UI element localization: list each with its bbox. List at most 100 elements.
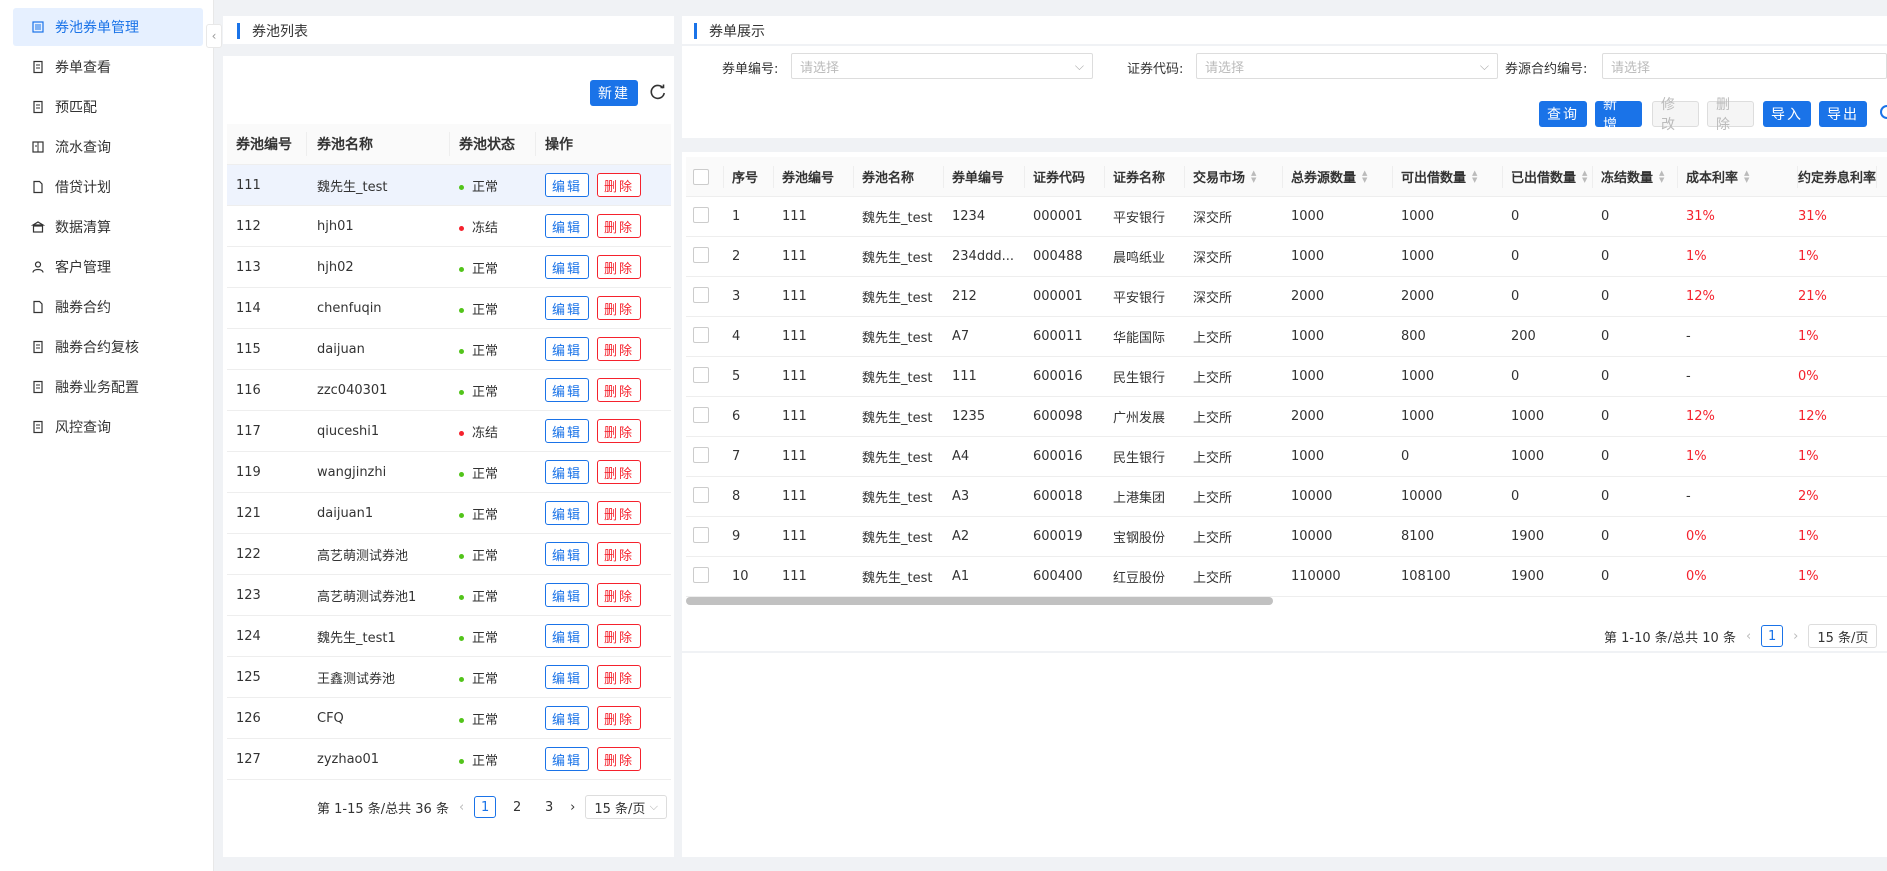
edit-pool-button[interactable]: 编辑: [545, 173, 590, 197]
delete-pool-button[interactable]: 删除: [597, 255, 642, 279]
table-row[interactable]: 1 111 魏先生_test 1234 000001 平安银行 深交所 1000 1000 0 0 3…: [686, 197, 1887, 237]
sidebar-item[interactable]: 借贷计划: [13, 168, 203, 206]
table-row[interactable]: 6 111 魏先生_test 1235 600098 广州发展 上交所 2000 1000 100…: [686, 397, 1887, 437]
query-button[interactable]: 查询: [1539, 101, 1587, 127]
table-row[interactable]: 3 111 魏先生_test 212 000001 平安银行 深交所 2000 2000 0 0 12…: [686, 277, 1887, 317]
table-row[interactable]: 8 111 魏先生_test A3 600018 上港集团 上交所 10000 10000 0 0 -…: [686, 477, 1887, 517]
row-checkbox[interactable]: [693, 246, 709, 263]
table-row[interactable]: 9 111 魏先生_test A2 600019 宝钢股份 上交所 10000 8100 1900…: [686, 517, 1887, 557]
import-button[interactable]: 导入: [1763, 101, 1811, 127]
sort-icon[interactable]: ▲ ▼: [1659, 169, 1664, 184]
edit-pool-button[interactable]: 编辑: [545, 542, 590, 566]
delete-pool-button[interactable]: 删除: [597, 337, 642, 361]
security-code-select[interactable]: 请选择 ⌵: [1196, 53, 1498, 79]
edit-pool-button[interactable]: 编辑: [545, 378, 590, 402]
sidebar-item[interactable]: 预匹配: [13, 88, 203, 126]
column-header[interactable]: 总券源数量 ▲ ▼: [1283, 165, 1393, 188]
table-row[interactable]: 112 hjh01 冻结 编辑 删除: [227, 206, 671, 247]
next-page-icon[interactable]: ›: [1793, 629, 1798, 644]
collapse-sidebar-button[interactable]: ‹: [206, 24, 222, 48]
page-1[interactable]: 1: [474, 796, 497, 818]
export-button[interactable]: 导出: [1819, 101, 1867, 127]
edit-pool-button[interactable]: 编辑: [545, 214, 590, 238]
column-header[interactable]: 交易市场 ▲ ▼: [1185, 165, 1283, 188]
delete-pool-button[interactable]: 删除: [597, 583, 642, 607]
sidebar-item[interactable]: 券单查看: [13, 48, 203, 86]
next-page-icon[interactable]: ›: [570, 800, 575, 815]
table-row[interactable]: 126 CFQ 正常 编辑 删除: [227, 698, 671, 739]
sort-icon[interactable]: ▲ ▼: [1744, 169, 1749, 184]
table-row[interactable]: 127 zyzhao01 正常 编辑 删除: [227, 739, 671, 780]
delete-pool-button[interactable]: 删除: [597, 542, 642, 566]
delete-button[interactable]: 删除: [1707, 97, 1754, 133]
sidebar-item[interactable]: 数据清算: [13, 208, 203, 246]
column-header[interactable]: 已出借数量 ▲ ▼: [1503, 165, 1593, 188]
table-row[interactable]: 2 111 魏先生_test 234ddd... 000488 晨鸣纸业 深交所 1000 10…: [686, 237, 1887, 277]
order-no-select[interactable]: 请选择 ⌵: [791, 53, 1093, 79]
row-checkbox[interactable]: [693, 366, 709, 383]
sidebar-item[interactable]: 客户管理: [13, 248, 203, 286]
edit-button[interactable]: 修改: [1652, 97, 1699, 133]
edit-pool-button[interactable]: 编辑: [545, 706, 590, 730]
edit-pool-button[interactable]: 编辑: [545, 337, 590, 361]
refresh-icon[interactable]: [648, 82, 668, 102]
column-header[interactable]: 冻结数量 ▲ ▼: [1593, 165, 1678, 188]
delete-pool-button[interactable]: 删除: [597, 296, 642, 320]
edit-pool-button[interactable]: 编辑: [545, 583, 590, 607]
table-row[interactable]: 5 111 魏先生_test 111 600016 民生银行 上交所 1000 1000 0 0 - 0…: [686, 357, 1887, 397]
page-size-select[interactable]: 15 条/页: [1808, 624, 1878, 648]
delete-pool-button[interactable]: 删除: [597, 501, 642, 525]
sidebar-item[interactable]: 融券合约复核: [13, 328, 203, 366]
contract-no-select[interactable]: 请选择: [1602, 53, 1887, 79]
row-checkbox[interactable]: [693, 566, 709, 583]
row-checkbox[interactable]: [693, 406, 709, 423]
edit-pool-button[interactable]: 编辑: [545, 501, 590, 525]
sort-icon[interactable]: ▲ ▼: [1582, 169, 1587, 184]
sort-icon[interactable]: ▲ ▼: [1472, 169, 1477, 184]
delete-pool-button[interactable]: 删除: [597, 706, 642, 730]
delete-pool-button[interactable]: 删除: [597, 624, 642, 648]
edit-pool-button[interactable]: 编辑: [545, 460, 590, 484]
column-header[interactable]: 可出借数量 ▲ ▼: [1393, 165, 1503, 188]
table-row[interactable]: 115 daijuan 正常 编辑 删除: [227, 329, 671, 370]
sidebar-item[interactable]: 券池券单管理: [13, 8, 203, 46]
sort-icon[interactable]: ▲ ▼: [1251, 169, 1256, 184]
table-row[interactable]: 10 111 魏先生_test A1 600400 红豆股份 上交所 110000 108100…: [686, 557, 1887, 597]
delete-pool-button[interactable]: 删除: [597, 214, 642, 238]
delete-pool-button[interactable]: 删除: [597, 378, 642, 402]
table-row[interactable]: 124 魏先生_test1 正常 编辑 删除: [227, 616, 671, 657]
page-1[interactable]: 1: [1761, 625, 1784, 647]
prev-page-icon[interactable]: ‹: [459, 800, 464, 815]
edit-pool-button[interactable]: 编辑: [545, 419, 590, 443]
add-button[interactable]: 新增: [1595, 97, 1642, 133]
table-row[interactable]: 116 zzc040301 正常 编辑 删除: [227, 370, 671, 411]
sort-icon[interactable]: ▲ ▼: [1362, 169, 1367, 184]
sidebar-item[interactable]: 融券业务配置: [13, 368, 203, 406]
table-row[interactable]: 123 高艺萌测试券池1 正常 编辑 删除: [227, 575, 671, 616]
edit-pool-button[interactable]: 编辑: [545, 255, 590, 279]
row-checkbox[interactable]: [693, 486, 709, 503]
edit-pool-button[interactable]: 编辑: [545, 747, 590, 771]
row-checkbox[interactable]: [693, 326, 709, 343]
page-2[interactable]: 2: [506, 796, 528, 818]
edit-pool-button[interactable]: 编辑: [545, 624, 590, 648]
table-row[interactable]: 111 魏先生_test 正常 编辑 删除: [227, 165, 671, 206]
delete-pool-button[interactable]: 删除: [597, 460, 642, 484]
table-row[interactable]: 4 111 魏先生_test A7 600011 华能国际 上交所 1000 800 200 0 - 1…: [686, 317, 1887, 357]
sidebar-item[interactable]: 风控查询: [13, 408, 203, 446]
delete-pool-button[interactable]: 删除: [597, 419, 642, 443]
row-checkbox[interactable]: [693, 526, 709, 543]
delete-pool-button[interactable]: 删除: [597, 747, 642, 771]
horizontal-scrollbar[interactable]: [686, 597, 1273, 605]
column-header[interactable]: 成本利率 ▲ ▼: [1678, 165, 1798, 188]
row-checkbox[interactable]: [693, 446, 709, 463]
table-row[interactable]: 125 王鑫测试券池 正常 编辑 删除: [227, 657, 671, 698]
table-row[interactable]: 117 qiuceshi1 冻结 编辑 删除: [227, 411, 671, 452]
prev-page-icon[interactable]: ‹: [1746, 629, 1751, 644]
table-row[interactable]: 122 高艺萌测试券池 正常 编辑 删除: [227, 534, 671, 575]
delete-pool-button[interactable]: 删除: [597, 665, 642, 689]
table-row[interactable]: 119 wangjinzhi 正常 编辑 删除: [227, 452, 671, 493]
settings-icon[interactable]: [1880, 105, 1887, 119]
page-3[interactable]: 3: [538, 796, 560, 818]
page-size-select[interactable]: 15 条/页 ⌵: [585, 795, 667, 819]
